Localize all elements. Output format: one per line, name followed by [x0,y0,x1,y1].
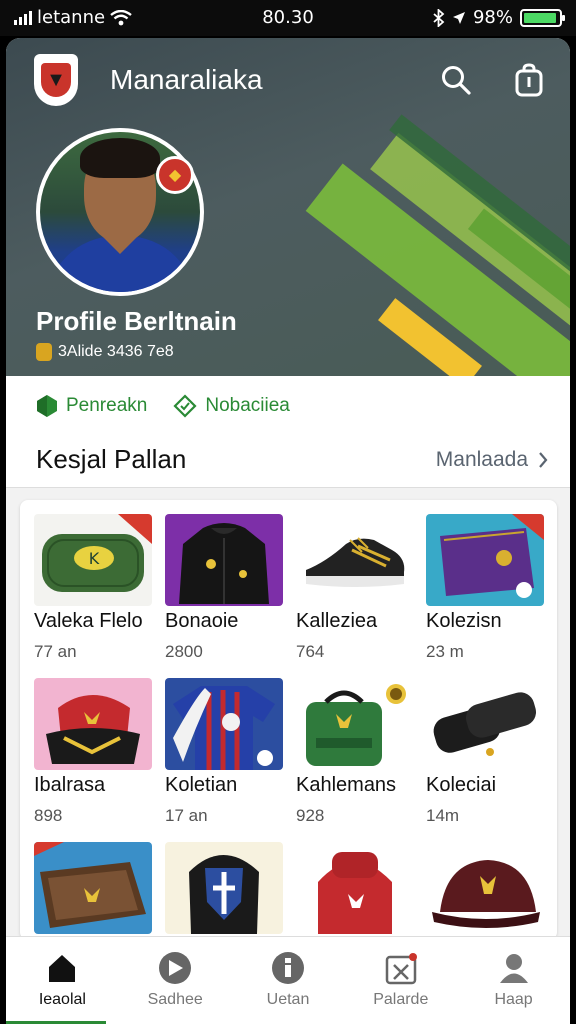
product-price: 764 [296,642,325,661]
tab-label: Ieaolal [38,991,86,1008]
tag-label: Nobaciiea [205,395,290,416]
see-all-link[interactable]: Manlaada [436,448,548,472]
tab-sadhee[interactable]: Sadhee [119,937,232,1024]
chevron-right-icon [539,452,548,468]
board-game-icon [34,842,146,928]
status-bar: letanne 80.30 98% [0,0,576,36]
profile-avatar[interactable] [36,128,204,296]
tab-label: Sadhee [147,991,203,1008]
location-icon [452,11,465,24]
product-name: Koleciai [426,774,497,796]
tab-uetan[interactable]: Uetan [232,937,345,1024]
tag-penreakn[interactable]: Penreakn [36,394,147,418]
product-price: 928 [296,806,325,825]
club-badge-icon: ◆ [156,156,194,194]
product-image [165,514,283,606]
product-name: Bonaoie [165,610,239,632]
backpack-icon [46,695,140,764]
profile-name: Profile Berltnain [36,306,237,336]
coin-icon [36,343,52,361]
gloves-icon [433,692,537,756]
tab-label: Uetan [266,991,310,1008]
product-price: 2800 [165,642,203,661]
jersey-icon [173,686,275,770]
product-image [426,842,544,934]
tab-haap[interactable]: Haap [457,937,570,1024]
tab-label: Haap [494,991,533,1008]
product-price: 898 [34,806,63,825]
tab-label: Palarde [373,991,429,1008]
calendar-icon [384,951,418,985]
app-title: Manaraliaka [110,64,263,95]
jacket-icon [179,523,269,604]
svg-text:K: K [89,549,100,568]
gem-icon [37,395,57,417]
kitbag-icon [306,684,406,766]
section-header: Kesjal Pallan Manlaada [6,436,570,488]
red-backpack-icon [318,852,392,934]
product-image: K [34,514,152,606]
product-image [296,842,414,934]
product-price: 23 m [426,642,464,661]
battery-level [524,12,557,23]
product-price: 77 an [34,642,77,661]
battery-icon [520,8,565,27]
bottom-tab-bar: Ieaolal Sadhee Uetan Palarde Haap [6,936,570,1024]
battery-percent: 98% [472,7,513,28]
tag-nobaciiea[interactable]: Nobaciiea [173,394,290,418]
product-image [165,842,283,934]
product-image [165,678,283,770]
bag-button[interactable] [509,60,549,100]
diamond-outline-icon [173,394,197,418]
bag-icon [440,514,544,598]
status-right: 98% [433,7,565,28]
product-name: Ibalrasa [34,774,106,796]
product-image [426,514,544,606]
app-screen: ▼ Manaraliaka ◆ Profile Berltnain 3Alide… [6,38,570,1024]
product-price: 17 an [165,806,208,825]
product-name: Koletian [165,774,238,796]
product-name: Kahlemans [296,774,397,796]
info-icon [271,951,305,985]
product-image [296,678,414,770]
home-icon [45,951,79,985]
play-icon [158,951,192,985]
sneaker-icon [306,537,405,587]
product-name: Kolezisn [426,610,502,632]
bluetooth-icon [433,8,445,27]
club-logo[interactable]: ▼ [34,54,78,106]
pouch-icon: K [42,514,152,592]
search-button[interactable] [436,60,476,100]
wolf-crest-icon: ▼ [41,63,71,97]
tag-label: Penreakn [66,395,148,416]
product-price: 14m [426,806,460,825]
tag-row: Penreakn Nobaciiea [6,376,570,436]
product-name: Kalleziea [296,610,378,632]
product-image [426,678,544,770]
tab-palarde[interactable]: Palarde [344,937,457,1024]
section-title: Kesjal Pallan [36,444,187,474]
profile-stat: 3Alide 3436 7e8 [36,343,174,361]
product-image [34,842,152,934]
user-icon [497,951,531,985]
tab-home[interactable]: Ieaolal [6,937,119,1024]
cap-icon [432,860,540,928]
profile-stat-text: 3Alide 3436 7e8 [58,343,174,360]
profile-hero: ▼ Manaraliaka ◆ Profile Berltnain 3Alide… [6,38,570,376]
product-name: Valeka Flelo [34,610,143,632]
product-image [34,678,152,770]
shield-backpack-icon [189,855,259,934]
see-all-label: Manlaada [435,448,528,471]
product-image [296,514,414,606]
product-grid: K Valeka Flelo 77 an Bonaoie 2800 Kallez… [20,500,557,940]
shopping-bag-icon [515,63,543,97]
search-icon [442,66,471,95]
